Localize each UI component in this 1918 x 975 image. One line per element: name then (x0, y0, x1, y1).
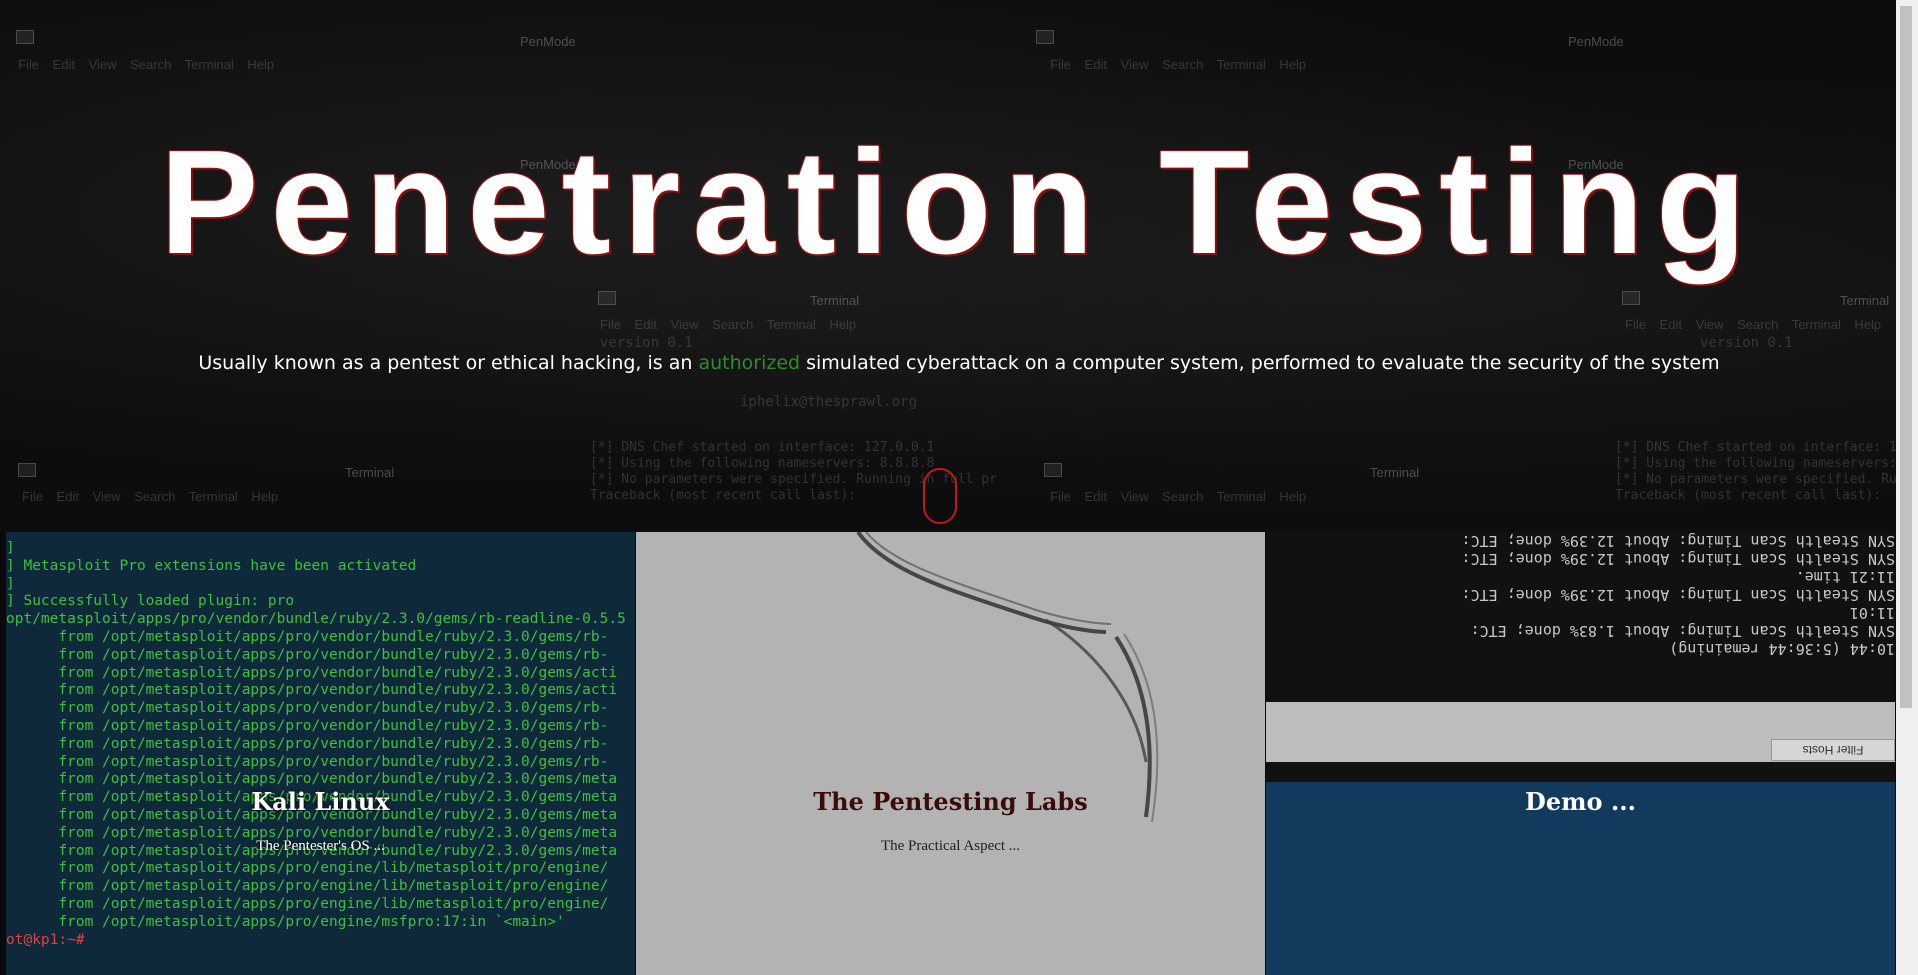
terminal-line: from /opt/metasploit/apps/pro/vendor/bun… (6, 735, 609, 752)
bg-terminal-title: PenMode (1568, 34, 1624, 49)
bg-terminal-title: PenMode (520, 34, 576, 49)
terminal-line: from /opt/metasploit/apps/pro/vendor/bun… (6, 753, 609, 770)
scan-line: SYN Stealth Scan Timing: About 12.39% do… (1461, 550, 1895, 568)
scrollbar-thumb[interactable] (1900, 6, 1912, 708)
card-text: The Pentester's OS ... (256, 838, 385, 854)
bg-window-close-icon (598, 291, 616, 305)
card-demo[interactable]: 10:44 (5:36:44 remaining) SYN Stealth Sca… (1266, 532, 1895, 975)
bg-window-close-icon (1044, 463, 1062, 477)
terminal-line: ] (6, 575, 15, 592)
terminal-line: from /opt/metasploit/apps/pro/vendor/bun… (6, 717, 609, 734)
card-grid: ]] Metasploit Pro extensions have been a… (6, 532, 1896, 975)
terminal-line: ot@kp1:~# (6, 931, 94, 948)
card-kali-linux[interactable]: ]] Metasploit Pro extensions have been a… (6, 532, 635, 975)
scan-line: 10:44 (5:36:44 remaining) (1669, 640, 1895, 658)
scan-line: SYN Stealth Scan Timing: About 12.39% do… (1461, 586, 1895, 604)
card-title: The Pentesting Labs (813, 787, 1088, 816)
bg-window-close-icon (1036, 30, 1054, 44)
terminal-line: from /opt/metasploit/apps/pro/vendor/bun… (6, 664, 618, 681)
bg-terminal-menu: File Edit View Search Terminal Help (22, 489, 279, 504)
terminal-line: ] Successfully loaded plugin: pro (6, 593, 295, 610)
scan-line: SYN Stealth Scan Timing: About 1.83% don… (1470, 622, 1895, 640)
terminal-line: from /opt/metasploit/apps/pro/vendor/bun… (6, 682, 618, 699)
page-scrollbar[interactable] (1896, 0, 1918, 975)
terminal-line: from /opt/metasploit/apps/pro/engine/lib… (6, 895, 609, 912)
dragon-logo-icon (856, 532, 1159, 823)
terminal-line: ] (6, 540, 15, 556)
subtitle-text: Usually known as a pentest or ethical ha… (198, 352, 699, 374)
bg-terminal-menu: File Edit View Search Terminal Help (600, 317, 857, 332)
subtitle-text: simulated cyberattack on a computer syst… (800, 352, 1720, 374)
bg-terminal-title: Terminal (1370, 465, 1420, 480)
bg-dns-line: Traceback (most recent call last): (1615, 488, 1882, 503)
terminal-line: opt/metasploit/apps/pro/vendor/bundle/ru… (6, 611, 626, 628)
terminal-line: from /opt/metasploit/apps/pro/vendor/bun… (6, 628, 609, 645)
filter-hosts-label: Filter Hosts (1771, 739, 1895, 761)
terminal-line: from /opt/metasploit/apps/pro/engine/lib… (6, 860, 609, 877)
bg-terminal-menu: File Edit View Search Terminal Help (1050, 489, 1307, 504)
scan-line: 11:21 time. (1795, 568, 1895, 586)
scroll-down-indicator[interactable] (923, 468, 957, 524)
terminal-line: ] Metasploit Pro extensions have been ac… (6, 557, 417, 574)
bg-terminal-title: Terminal (345, 465, 395, 480)
bg-dns-line: [*] Using the following nameservers: 8.8… (590, 456, 935, 471)
bg-terminal-title: Terminal (810, 293, 860, 308)
bg-window-close-icon (18, 463, 36, 477)
bg-window-close-icon (16, 30, 34, 44)
bg-terminal-title: Terminal (1840, 293, 1890, 308)
bg-dns-line: [*] DNS Chef started on interface: 127.0… (1615, 440, 1918, 455)
page-subtitle: Usually known as a pentest or ethical ha… (0, 352, 1918, 374)
bg-dns-line: [*] DNS Chef started on interface: 127.0… (590, 440, 935, 455)
bg-dns-line: [*] No parameters were specified. Runnin… (1615, 472, 1918, 487)
scan-output: 10:44 (5:36:44 remaining) SYN Stealth Sca… (1266, 532, 1895, 658)
bg-terminal-menu: File Edit View Search Terminal Help (1050, 57, 1307, 72)
bg-dns-line: Traceback (most recent call last): (590, 488, 857, 503)
bg-terminal-menu: File Edit View Search Terminal Help (1625, 317, 1882, 332)
scan-line: SYN Stealth Scan Timing: About 12.39% do… (1461, 532, 1895, 550)
terminal-line: from /opt/metasploit/apps/pro/engine/lib… (6, 878, 609, 895)
bg-terminal-version: version 0.1 (600, 335, 693, 351)
card-text: The Practical Aspect ... (880, 838, 1021, 854)
bg-terminal-email: iphelix@thesprawl.org (740, 394, 918, 410)
terminal-line: from /opt/metasploit/apps/pro/vendor/bun… (6, 646, 609, 663)
subtitle-highlight: authorized (698, 352, 801, 374)
page-title: Penetration Testing (159, 120, 1759, 285)
terminal-line: from /opt/metasploit/apps/pro/vendor/bun… (6, 700, 609, 717)
card-title: Kali Linux (251, 787, 390, 816)
terminal-output: ]] Metasploit Pro extensions have been a… (6, 540, 626, 949)
card-pentesting-labs[interactable]: The Pentesting Labs The Practical Aspect… (636, 532, 1265, 975)
hero-section: PenMode PenMode PenMode PenMode Terminal… (0, 0, 1918, 532)
bg-window-close-icon (1622, 291, 1640, 305)
bg-dns-line: [*] Using the following nameservers: 8.8… (1615, 456, 1918, 471)
card-title: Demo ... (1525, 787, 1636, 816)
scan-line: 11:01 (1849, 604, 1895, 622)
bg-terminal-version: version 0.1 (1700, 335, 1793, 351)
bg-terminal-menu: File Edit View Search Terminal Help (18, 57, 275, 72)
demo-screenshot: 10:44 (5:36:44 remaining) SYN Stealth Sca… (1266, 532, 1895, 782)
terminal-line: from /opt/metasploit/apps/pro/engine/msf… (6, 913, 565, 930)
